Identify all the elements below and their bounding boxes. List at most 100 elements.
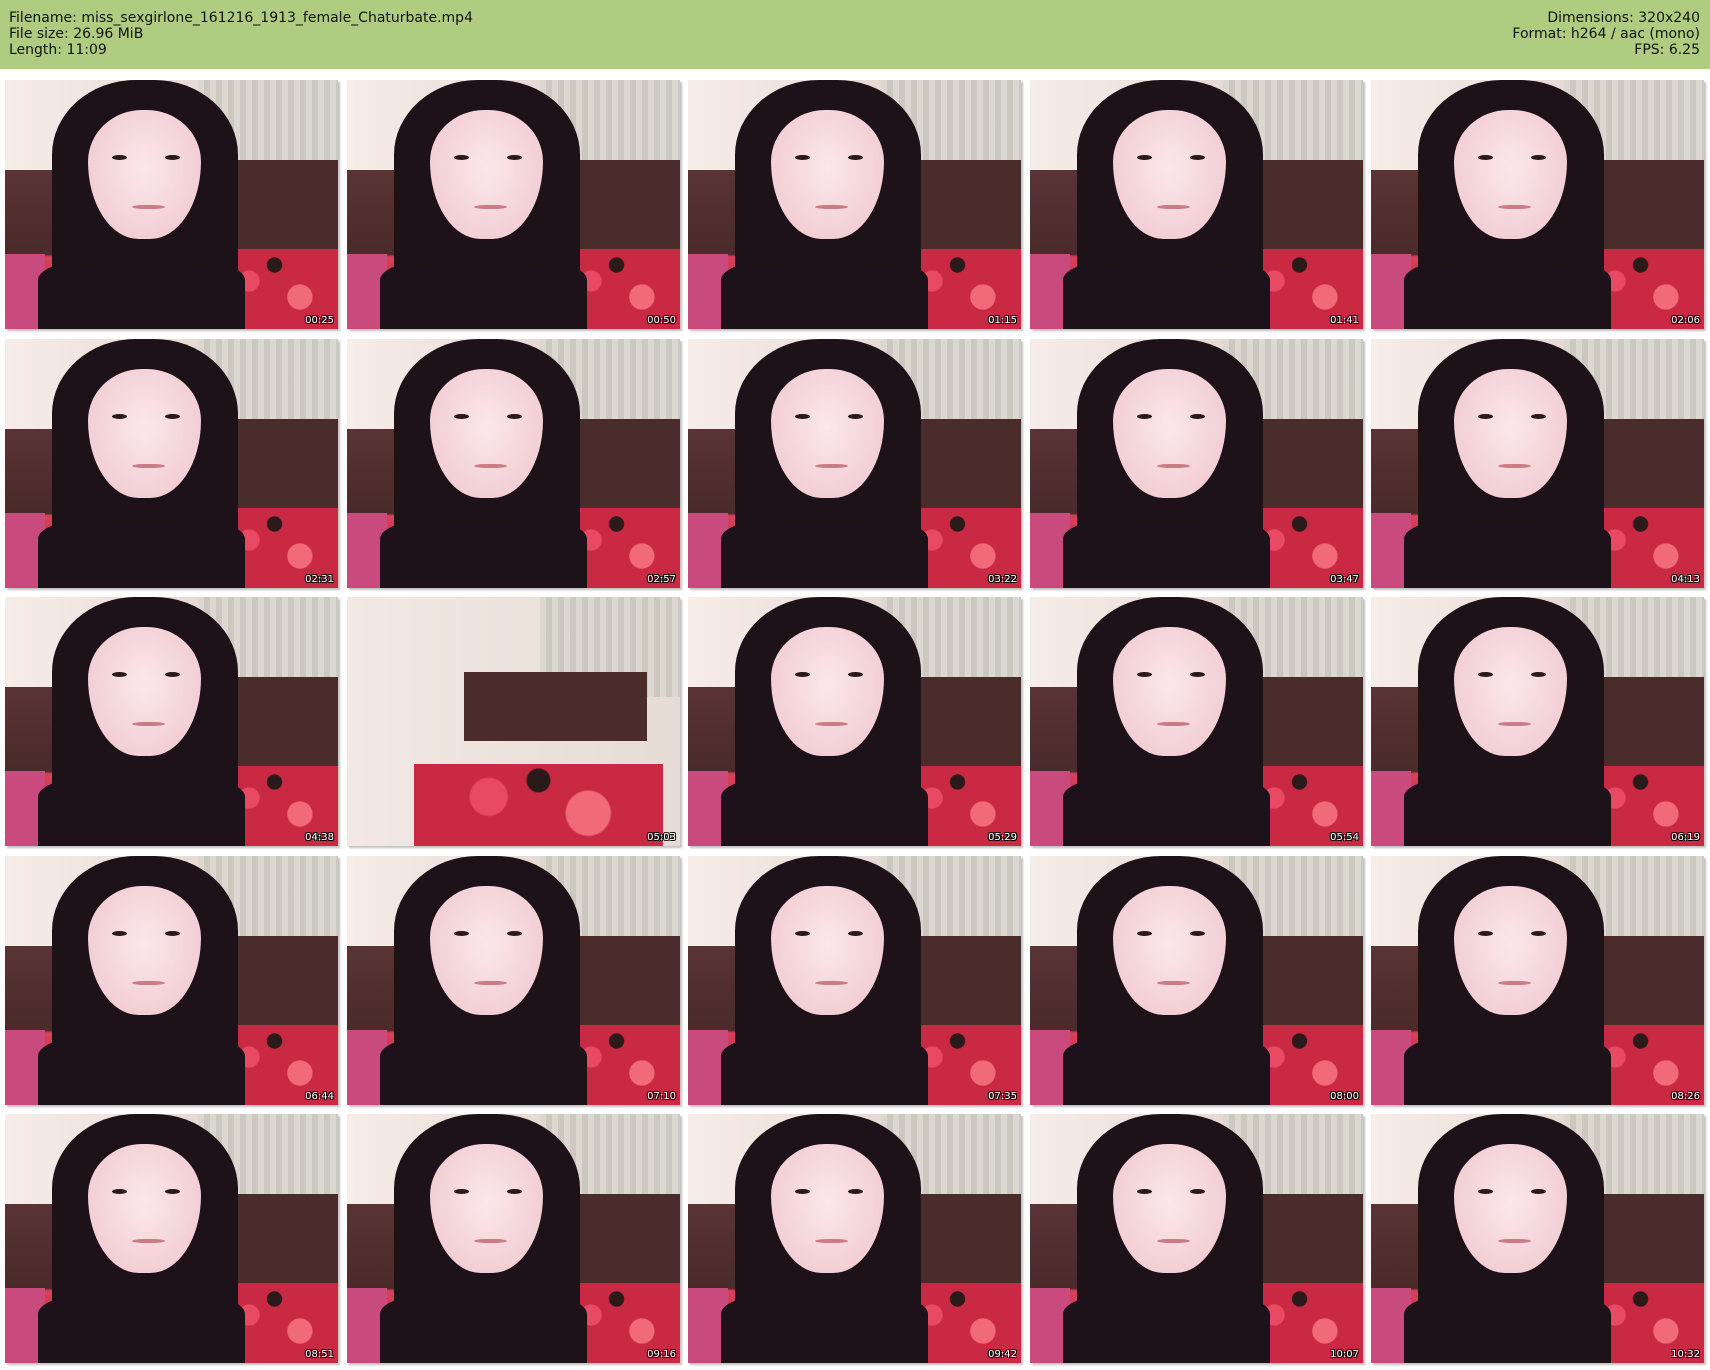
frame-eye-r [1530, 671, 1546, 677]
frame-eye-l [111, 1188, 127, 1194]
video-thumbnail[interactable]: 06:44 [5, 856, 338, 1105]
filename-label: Filename: [9, 10, 77, 26]
video-thumbnail[interactable]: 00:25 [5, 80, 338, 329]
frame-eye-l [111, 671, 127, 677]
thumbnail-grid: 00:25 00:50 01:15 01:41 02:06 02:31 02:57 03:22… [5, 80, 1705, 1366]
video-thumbnail[interactable]: 05:03 [347, 597, 680, 846]
frame-eye-r [1189, 1188, 1205, 1194]
video-thumbnail[interactable]: 01:15 [688, 80, 1021, 329]
video-thumbnail[interactable]: 01:41 [1030, 80, 1363, 329]
frame-body [1404, 259, 1611, 329]
frame-body [1063, 1035, 1270, 1105]
video-thumbnail[interactable]: 07:10 [347, 856, 680, 1105]
video-thumbnail[interactable]: 08:26 [1371, 856, 1704, 1105]
thumbnail-timestamp: 03:22 [988, 574, 1017, 585]
video-thumbnail[interactable]: 04:13 [1371, 339, 1704, 588]
frame-body [1063, 259, 1270, 329]
video-thumbnail[interactable]: 03:22 [688, 339, 1021, 588]
frame-eye-r [164, 154, 180, 160]
frame-eye-l [1136, 671, 1152, 677]
frame-eye-l [794, 1188, 810, 1194]
thumbnail-timestamp: 05:29 [988, 832, 1017, 843]
frame-body [1404, 518, 1611, 588]
thumbnail-timestamp: 10:07 [1330, 1349, 1359, 1360]
frame-eye-l [453, 413, 469, 419]
frame-eye-r [1189, 930, 1205, 936]
frame-body [380, 1293, 587, 1363]
length-label: Length: [9, 42, 63, 58]
video-thumbnail[interactable]: 02:06 [1371, 80, 1704, 329]
thumbnail-timestamp: 09:16 [647, 1349, 676, 1360]
video-thumbnail[interactable]: 02:57 [347, 339, 680, 588]
frame-body [721, 259, 928, 329]
metadata-left: Filename: miss_sexgirlone_161216_1913_fe… [9, 10, 473, 58]
frame-body [721, 776, 928, 846]
video-thumbnail[interactable]: 08:00 [1030, 856, 1363, 1105]
frame-body [721, 1035, 928, 1105]
frame-eye-r [1189, 154, 1205, 160]
thumbnail-timestamp: 04:38 [305, 832, 334, 843]
thumbnail-timestamp: 01:15 [988, 315, 1017, 326]
frame-eye-r [506, 1188, 522, 1194]
thumbnail-timestamp: 08:26 [1671, 1091, 1700, 1102]
frame-eye-l [1136, 154, 1152, 160]
filesize-line: File size: 26.96 MiB [9, 26, 473, 42]
frame-body [38, 776, 245, 846]
thumbnail-timestamp: 05:03 [647, 832, 676, 843]
video-thumbnail[interactable]: 03:47 [1030, 339, 1363, 588]
frame-body [721, 1293, 928, 1363]
frame-eye-l [111, 413, 127, 419]
frame-eye-l [794, 930, 810, 936]
frame-eye-l [1477, 154, 1493, 160]
frame-eye-r [1530, 930, 1546, 936]
frame-body [38, 1035, 245, 1105]
frame-eye-l [1477, 1188, 1493, 1194]
frame-eye-r [164, 413, 180, 419]
thumbnail-timestamp: 04:13 [1671, 574, 1700, 585]
thumbnail-timestamp: 10:32 [1671, 1349, 1700, 1360]
frame-eye-l [1136, 1188, 1152, 1194]
video-thumbnail[interactable]: 10:32 [1371, 1114, 1704, 1363]
frame-eye-l [453, 154, 469, 160]
video-thumbnail[interactable]: 09:16 [347, 1114, 680, 1363]
frame-eye-l [1136, 413, 1152, 419]
frame-eye-l [453, 930, 469, 936]
frame-body [1404, 776, 1611, 846]
frame-eye-r [1530, 154, 1546, 160]
frame-eye-l [794, 154, 810, 160]
video-thumbnail[interactable]: 02:31 [5, 339, 338, 588]
frame-body [38, 518, 245, 588]
filesize-label: File size: [9, 26, 69, 42]
frame-body [380, 1035, 587, 1105]
video-thumbnail[interactable]: 05:29 [688, 597, 1021, 846]
frame-eye-l [111, 930, 127, 936]
metadata-right: Dimensions: 320x240 Format: h264 / aac (… [1512, 10, 1700, 58]
frame-eye-r [847, 154, 863, 160]
dimensions-line: Dimensions: 320x240 [1512, 10, 1700, 26]
length-line: Length: 11:09 [9, 42, 473, 58]
frame-eye-l [1477, 413, 1493, 419]
video-thumbnail[interactable]: 07:35 [688, 856, 1021, 1105]
video-thumbnail[interactable]: 04:38 [5, 597, 338, 846]
thumbnail-timestamp: 01:41 [1330, 315, 1359, 326]
frame-body [380, 518, 587, 588]
frame-body [1063, 776, 1270, 846]
frame-blanket [413, 763, 664, 846]
frame-eye-l [1136, 930, 1152, 936]
thumbnail-timestamp: 03:47 [1330, 574, 1359, 585]
video-thumbnail[interactable]: 05:54 [1030, 597, 1363, 846]
frame-body [721, 518, 928, 588]
frame-eye-l [1477, 671, 1493, 677]
video-thumbnail[interactable]: 00:50 [347, 80, 680, 329]
video-thumbnail[interactable]: 08:51 [5, 1114, 338, 1363]
frame-eye-r [1530, 1188, 1546, 1194]
video-thumbnail[interactable]: 09:42 [688, 1114, 1021, 1363]
fps-value: 6.25 [1668, 42, 1700, 58]
frame-body [38, 1293, 245, 1363]
frame-eye-r [164, 930, 180, 936]
video-thumbnail[interactable]: 06:19 [1371, 597, 1704, 846]
frame-body [1063, 518, 1270, 588]
frame-eye-r [164, 671, 180, 677]
frame-eye-r [164, 1188, 180, 1194]
video-thumbnail[interactable]: 10:07 [1030, 1114, 1363, 1363]
